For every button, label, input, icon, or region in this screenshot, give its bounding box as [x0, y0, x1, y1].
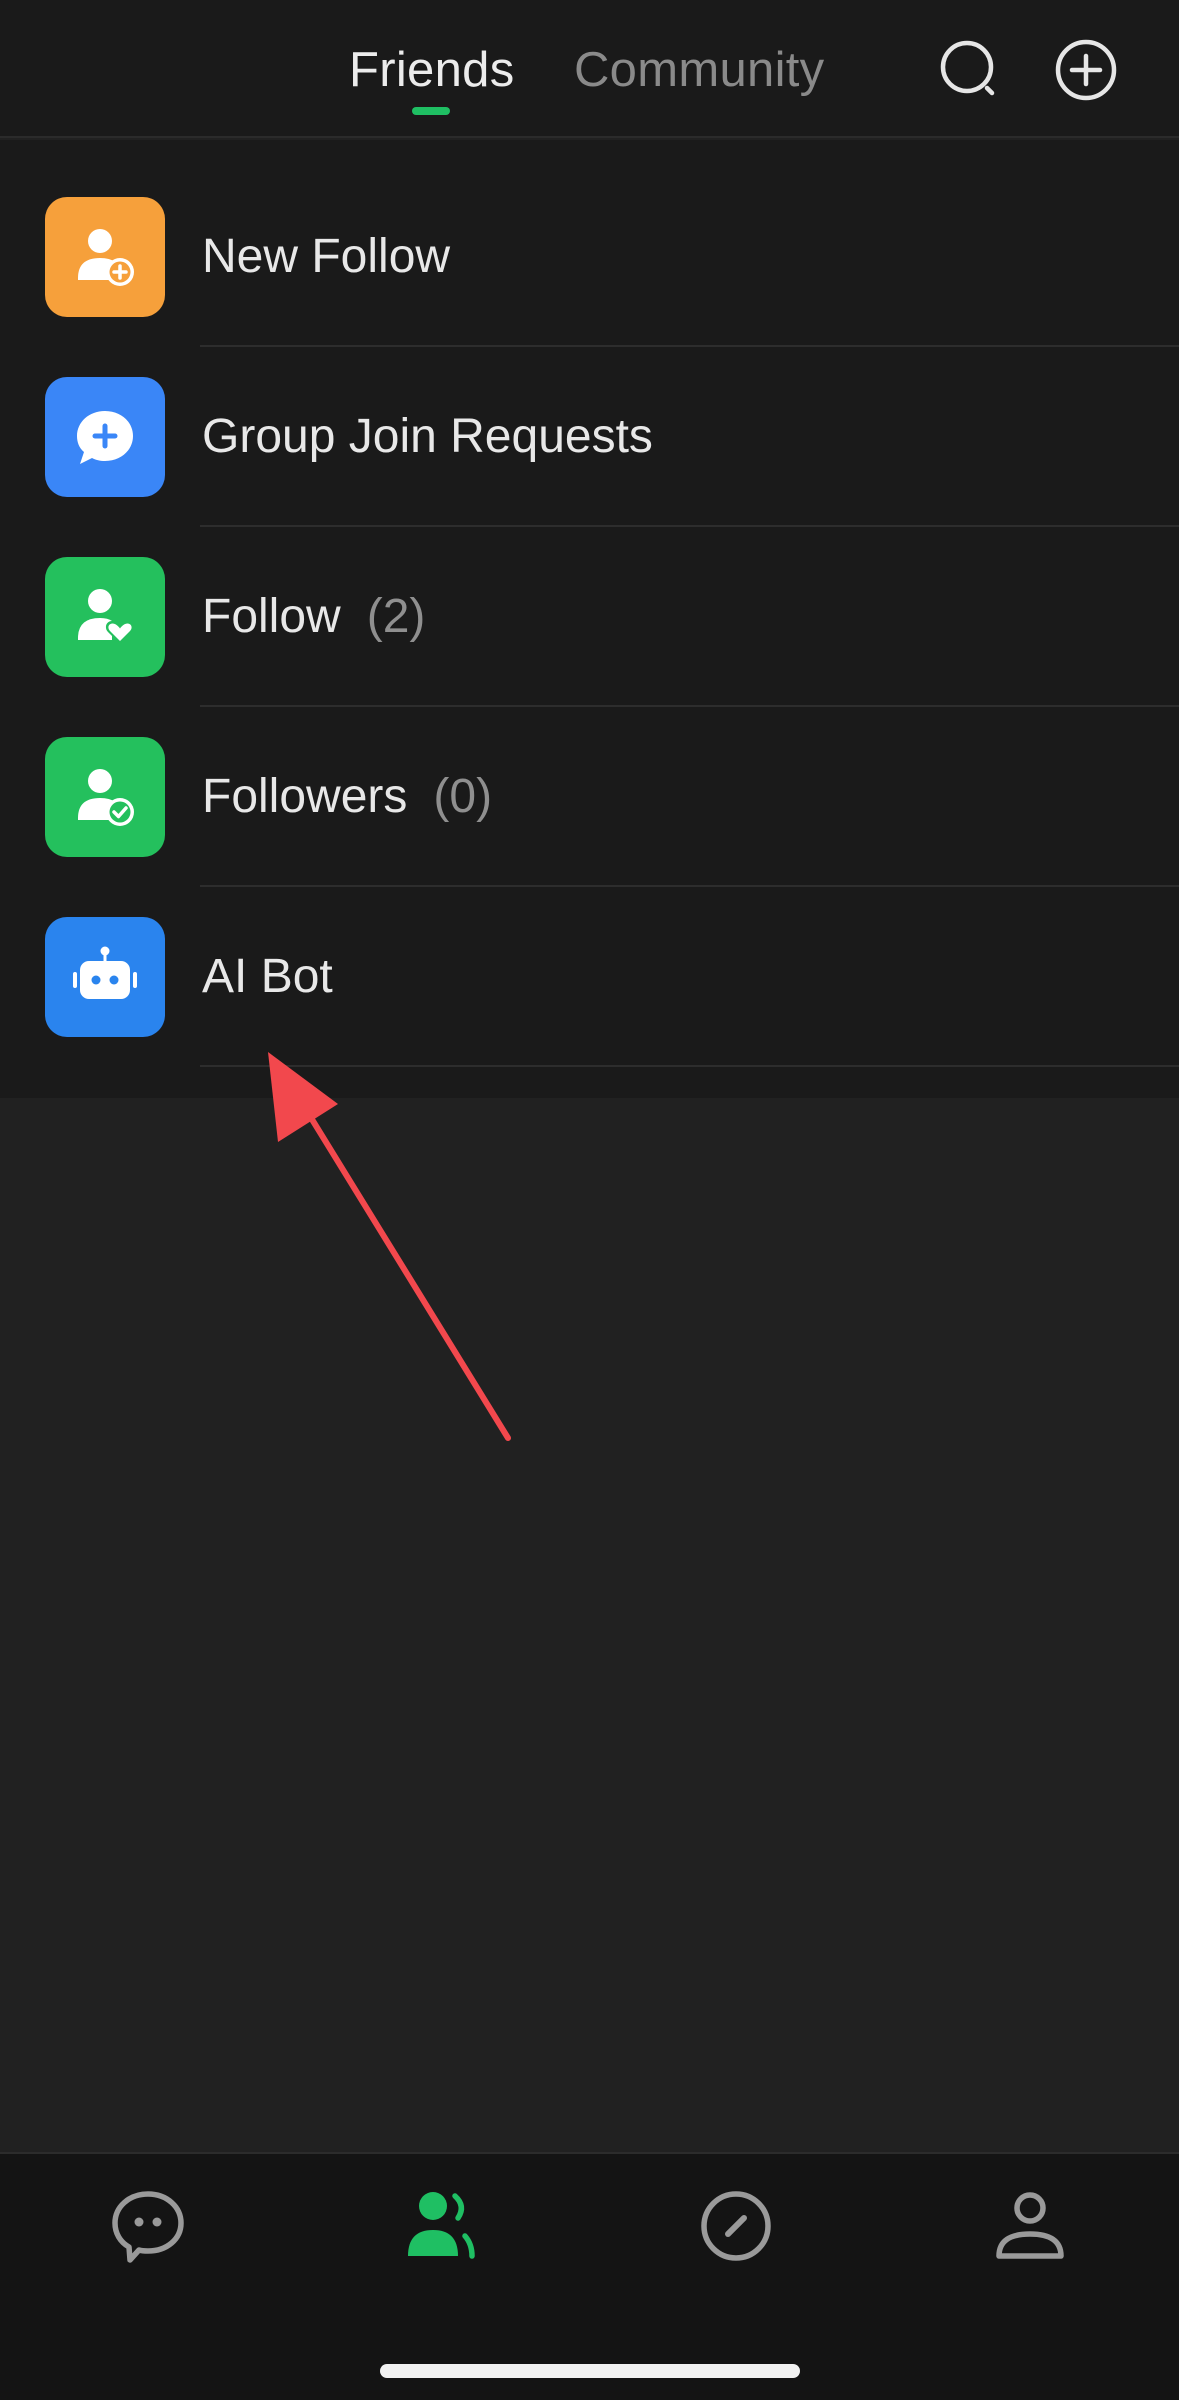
chat-plus-icon — [45, 377, 165, 497]
person-add-icon — [45, 197, 165, 317]
list-item-group-join-requests[interactable]: Group Join Requests — [0, 320, 1179, 527]
item-title: Followers — [202, 770, 408, 823]
add-circle-icon[interactable] — [1054, 38, 1118, 102]
item-count: (0) — [433, 770, 493, 823]
friends-menu-list: New Follow Group Join Requests Follow (2… — [0, 140, 1179, 1098]
person-check-icon — [45, 737, 165, 857]
person-heart-icon — [45, 557, 165, 677]
list-item-new-follow[interactable]: New Follow — [0, 140, 1179, 347]
home-indicator[interactable] — [380, 2364, 800, 2378]
top-header: Friends Community — [0, 0, 1179, 138]
list-item-followers[interactable]: Followers (0) — [0, 680, 1179, 887]
item-title: New Follow — [202, 230, 451, 283]
robot-icon — [45, 917, 165, 1037]
active-tab-indicator — [412, 107, 450, 115]
list-item-label: AI Bot — [202, 949, 333, 1004]
list-item-follow[interactable]: Follow (2) — [0, 500, 1179, 707]
bottom-tab-bar — [0, 2152, 1179, 2400]
tab-community[interactable]: Community — [574, 42, 824, 98]
list-item-label: Followers (0) — [202, 769, 492, 824]
list-item-label: Follow (2) — [202, 589, 425, 644]
search-icon[interactable] — [938, 38, 1002, 102]
item-count: (2) — [366, 590, 426, 643]
profile-icon[interactable] — [990, 2186, 1070, 2266]
chat-bubble-icon[interactable] — [108, 2186, 188, 2266]
item-title: AI Bot — [202, 950, 333, 1003]
divider — [200, 1065, 1179, 1067]
item-title: Follow — [202, 590, 341, 643]
list-item-label: New Follow — [202, 229, 450, 284]
contacts-icon[interactable] — [400, 2186, 480, 2266]
list-item-label: Group Join Requests — [202, 409, 653, 464]
item-title: Group Join Requests — [202, 410, 653, 463]
list-item-ai-bot[interactable]: AI Bot — [0, 860, 1179, 1067]
tab-friends[interactable]: Friends — [349, 42, 515, 98]
compass-icon[interactable] — [696, 2186, 776, 2266]
screen: Friends Community New Follow Group Join … — [0, 0, 1179, 2400]
